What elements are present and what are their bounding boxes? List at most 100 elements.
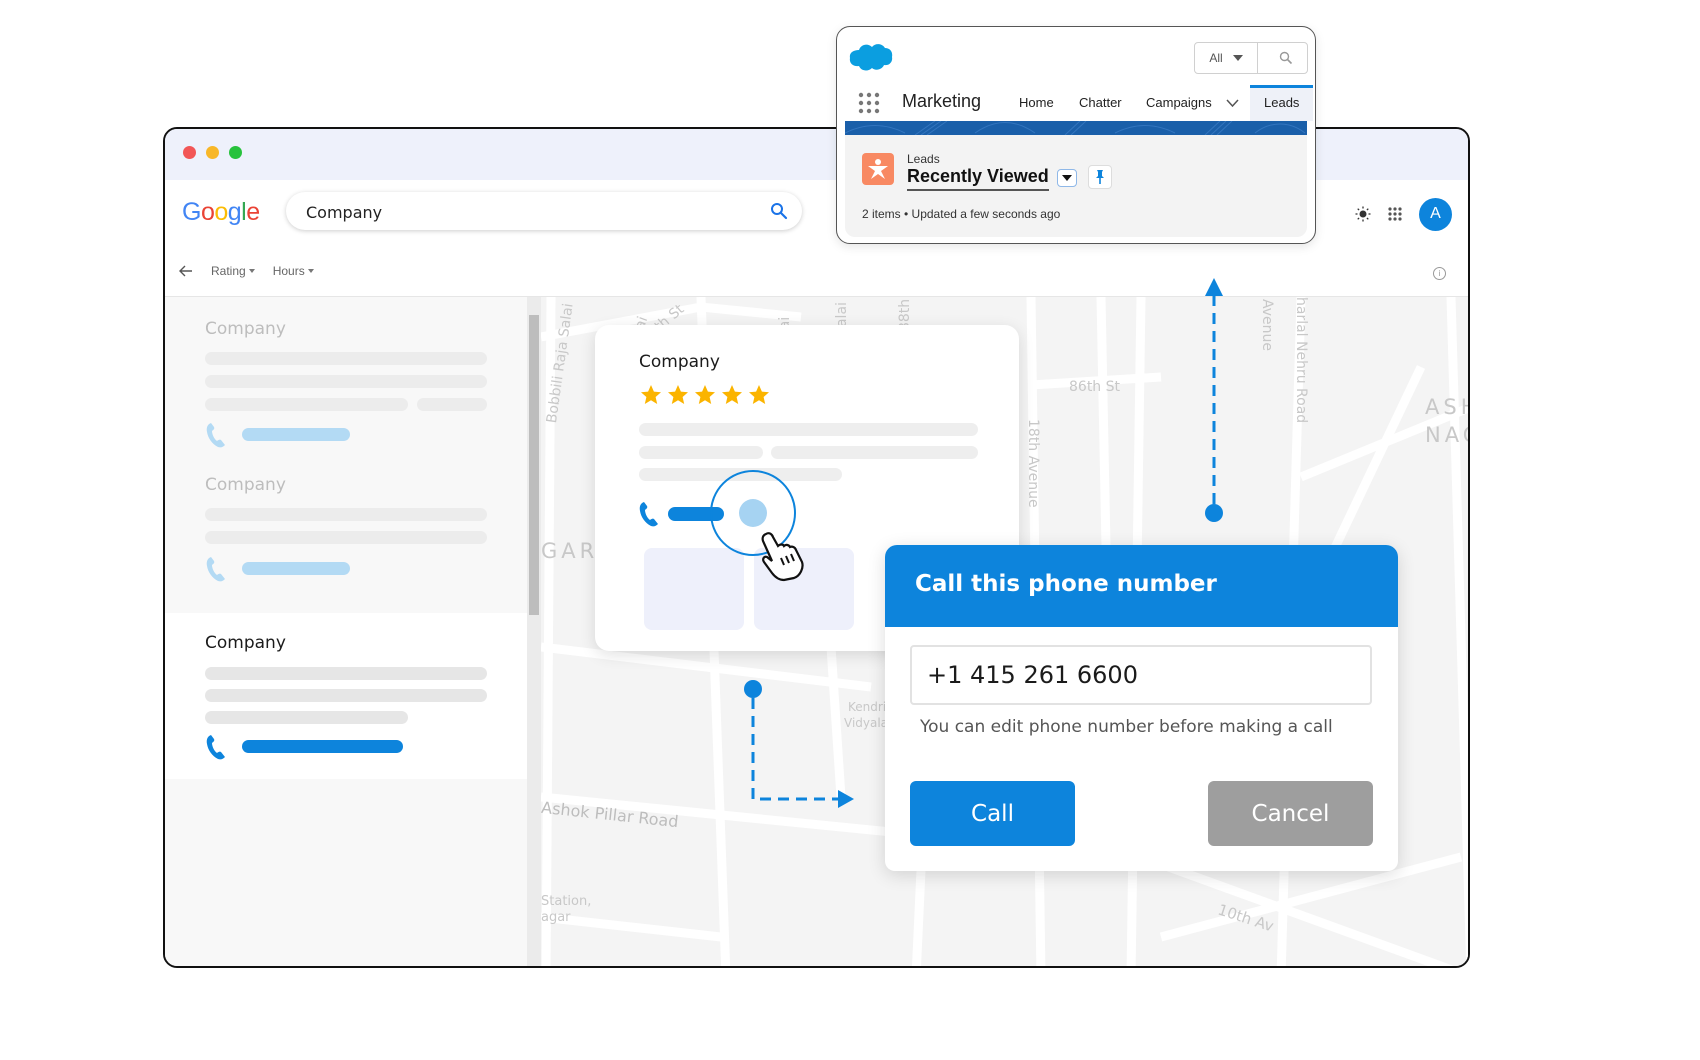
- banner-pattern: [844, 120, 1306, 136]
- map-label: agar: [541, 910, 571, 925]
- scrollbar[interactable]: [527, 297, 541, 966]
- dialog-hint: You can edit phone number before making …: [920, 717, 1333, 737]
- minimize-window-button[interactable]: [206, 146, 219, 159]
- placeholder-line: [205, 667, 487, 680]
- rating-stars: [639, 383, 771, 407]
- cancel-button[interactable]: Cancel: [1208, 781, 1373, 846]
- pin-button[interactable]: [1088, 165, 1112, 189]
- results-list: Company Company Company: [165, 297, 527, 966]
- logo-letter: G: [182, 198, 201, 226]
- phone-number-input[interactable]: [910, 645, 1372, 705]
- phone-number-placeholder[interactable]: [242, 428, 350, 441]
- map-label: 18th Avenue: [1025, 419, 1041, 508]
- close-window-button[interactable]: [183, 146, 196, 159]
- salesforce-window: All Marketing Home Chatter Campaigns Lea…: [836, 26, 1316, 244]
- list-meta: 2 items • Updated a few seconds ago: [862, 207, 1061, 221]
- search-icon[interactable]: [1279, 51, 1293, 65]
- placeholder-line: [771, 446, 978, 459]
- placeholder-line: [205, 398, 408, 411]
- call-button[interactable]: Call: [910, 781, 1075, 846]
- filter-label: Hours: [272, 264, 305, 278]
- google-logo[interactable]: Google: [182, 198, 260, 227]
- result-title: Company: [205, 475, 286, 495]
- map-label: Vidyala: [844, 716, 889, 730]
- global-search[interactable]: All: [1194, 42, 1308, 74]
- placeholder-line: [639, 468, 842, 481]
- search-scope-select[interactable]: All: [1195, 43, 1258, 73]
- info-icon[interactable]: i: [1433, 267, 1446, 280]
- logo-letter: o: [214, 198, 228, 226]
- map-label: ASH: [1425, 395, 1468, 419]
- placeholder-line: [205, 689, 487, 702]
- map-label: Station,: [541, 894, 592, 909]
- dialog-header: Call this phone number: [885, 545, 1398, 627]
- map-label: harlal Nehru Road: [1293, 297, 1309, 424]
- search-input[interactable]: [304, 192, 748, 232]
- star-icon: [695, 385, 715, 404]
- placeholder-line: [639, 446, 763, 459]
- result-title: Company: [205, 633, 286, 653]
- salesforce-logo-icon[interactable]: [849, 42, 893, 72]
- logo-letter: o: [200, 198, 215, 226]
- chevron-down-icon: [1062, 175, 1072, 181]
- list-view-header: Leads Recently Viewed 2 items • Updated …: [845, 135, 1307, 237]
- phone-icon: [639, 502, 658, 527]
- chevron-down-icon: [1232, 55, 1243, 61]
- map-label: NAG: [1425, 423, 1468, 447]
- header-actions: A: [1355, 197, 1452, 231]
- phone-number-placeholder[interactable]: [242, 740, 403, 753]
- list-item[interactable]: Company: [165, 297, 527, 453]
- call-dialog: Call this phone number You can edit phon…: [885, 545, 1398, 871]
- filter-rating[interactable]: Rating: [211, 264, 255, 278]
- phone-number-link[interactable]: [668, 507, 724, 521]
- back-arrow-icon[interactable]: [179, 265, 193, 277]
- phone-number-placeholder[interactable]: [242, 562, 350, 575]
- search-icon[interactable]: [770, 202, 788, 220]
- filter-bar: Rating Hours: [179, 264, 314, 278]
- list-item-selected[interactable]: Company: [165, 613, 527, 779]
- maximize-window-button[interactable]: [229, 146, 242, 159]
- placeholder-line: [417, 398, 487, 411]
- star-icon: [722, 385, 742, 404]
- chevron-down-icon: [307, 269, 314, 273]
- salesforce-nav: Marketing Home Chatter Campaigns Leads: [837, 85, 1315, 121]
- placeholder-line: [205, 375, 487, 388]
- map-label: Kendri: [848, 700, 887, 714]
- brightness-icon[interactable]: [1355, 206, 1371, 222]
- tab-chatter[interactable]: Chatter: [1079, 95, 1122, 110]
- tab-home[interactable]: Home: [1019, 95, 1054, 110]
- photo-tile[interactable]: [644, 548, 744, 630]
- placeholder-line: [205, 531, 487, 544]
- placeholder-line: [205, 508, 487, 521]
- brand-banner: [844, 120, 1307, 136]
- phone-icon: [206, 735, 225, 760]
- star-icon: [668, 385, 688, 404]
- phone-icon: [206, 557, 225, 582]
- apps-grid-icon[interactable]: [1387, 206, 1403, 222]
- result-title: Company: [205, 319, 286, 339]
- placeholder-line: [639, 423, 978, 436]
- tab-leads[interactable]: Leads: [1250, 85, 1314, 121]
- chevron-down-icon: [248, 269, 255, 273]
- pin-icon: [1096, 170, 1104, 184]
- avatar[interactable]: A: [1419, 197, 1452, 231]
- chevron-down-icon[interactable]: [1226, 99, 1239, 108]
- logo-letter: e: [246, 198, 260, 226]
- map-label: GAR: [541, 539, 599, 563]
- logo-letter: g: [227, 198, 242, 226]
- list-view-name[interactable]: Recently Viewed: [907, 166, 1049, 191]
- star-icon: [641, 385, 661, 404]
- placeholder-line: [205, 352, 487, 365]
- scrollbar-thumb[interactable]: [529, 315, 539, 615]
- photo-tile[interactable]: [754, 548, 854, 630]
- phone-icon: [206, 423, 225, 448]
- tab-campaigns[interactable]: Campaigns: [1146, 95, 1212, 110]
- map-label: Avenue: [1259, 298, 1276, 352]
- filter-label: Rating: [211, 264, 246, 278]
- search-box: [286, 192, 802, 232]
- list-item[interactable]: Company: [165, 453, 527, 613]
- app-launcher-icon[interactable]: [858, 92, 880, 114]
- search-scope-value: All: [1209, 51, 1223, 65]
- list-view-dropdown[interactable]: [1057, 169, 1077, 187]
- filter-hours[interactable]: Hours: [273, 264, 314, 278]
